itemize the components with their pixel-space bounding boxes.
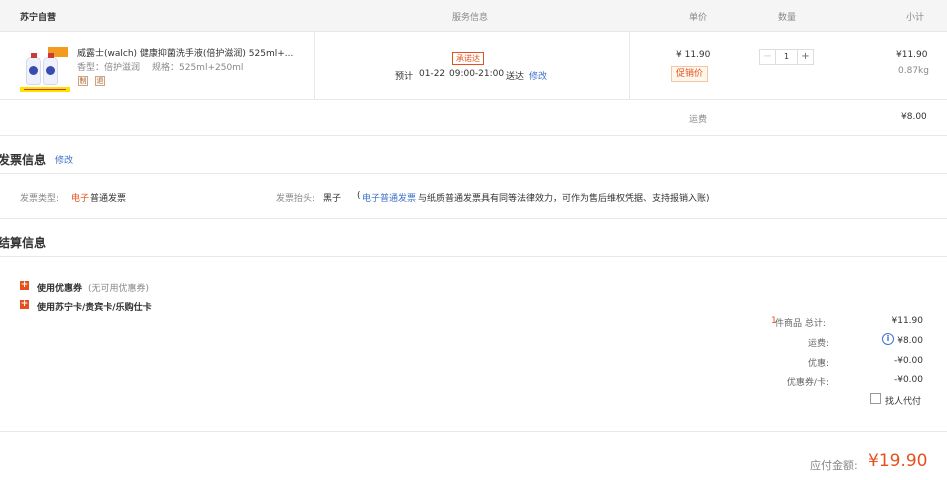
edit-invoice-link[interactable]: 修改 <box>55 153 73 166</box>
freight-value: ¥8.00 <box>897 336 923 346</box>
invoice-head-label: 发票抬头: <box>276 194 316 204</box>
settlement-title: 结算信息 <box>0 236 47 250</box>
shipping-label: 运费 <box>689 115 708 125</box>
card-toggle[interactable]: 使用苏宁卡/贵宾卡/乐购仕卡 <box>37 300 152 313</box>
table-header: 苏宁自营 服务信息 单价 数量 小计 <box>0 0 947 32</box>
service-icon: 制 <box>78 76 88 86</box>
thumbnail-banner <box>20 87 70 92</box>
increase-button[interactable]: + <box>797 50 813 64</box>
product-thumbnail[interactable] <box>20 44 70 92</box>
payable-amount: ¥19.90 <box>868 451 928 471</box>
invoice-head-value: 黑子 <box>323 194 342 204</box>
divider <box>0 218 947 219</box>
e-invoice-link[interactable]: 电子普通发票 <box>362 191 416 204</box>
invoice-title: 发票信息 <box>0 153 47 167</box>
shipping-value: ¥8.00 <box>901 112 927 122</box>
divider <box>0 431 947 432</box>
expand-coupon-icon[interactable]: + <box>20 281 29 290</box>
coupon-toggle[interactable]: 使用优惠券 <box>37 281 82 294</box>
invoice-type-label: 发票类型: <box>20 194 60 204</box>
eta-prefix: 预计 <box>395 72 414 82</box>
eta-date: 01-22 <box>419 69 446 79</box>
proxy-pay-label[interactable]: 找人代付 <box>885 394 921 407</box>
header-service: 服务信息 <box>452 13 489 23</box>
invoice-note-open: ( <box>357 191 361 201</box>
discount-value: -¥0.00 <box>893 356 923 366</box>
shipping-row: 运费 ¥8.00 <box>0 100 947 136</box>
divider <box>0 256 947 257</box>
product-size: 规格：525ml+250ml <box>152 63 244 73</box>
item-subtotal: ¥11.90 <box>896 50 928 60</box>
divider <box>0 173 947 174</box>
decrease-button[interactable]: − <box>760 50 776 64</box>
invoice-note: 与纸质普通发票具有同等法律效力，可作为售后维权凭据、支持报销入账) <box>418 194 710 204</box>
item-weight: 0.87kg <box>898 66 929 76</box>
eta-time: 09:00-21:00 <box>449 69 505 79</box>
service-badge: 承诺达 <box>452 52 484 65</box>
proxy-pay-checkbox[interactable] <box>870 393 881 404</box>
product-title[interactable]: 威露士(walch) 健康抑菌洗手液(倍护滋润) 525ml+... <box>77 46 293 59</box>
bottle-graphic <box>26 53 41 85</box>
expand-card-icon[interactable]: + <box>20 300 29 309</box>
bottle-graphic <box>43 53 58 85</box>
promo-price-badge: 促销价 <box>671 66 709 82</box>
divider <box>314 32 315 100</box>
quantity-input[interactable]: 1 <box>776 51 797 63</box>
quantity-stepper: − 1 + <box>759 49 814 65</box>
product-fragrance: 香型：倍护滋润 <box>77 63 141 73</box>
payable-label: 应付金额: <box>810 459 858 472</box>
goods-total: ¥11.90 <box>891 316 924 326</box>
unit-price: ¥ 11.90 <box>676 50 711 60</box>
product-row: 威露士(walch) 健康抑菌洗手液(倍护滋润) 525ml+... 香型：倍护… <box>0 32 947 100</box>
divider <box>629 32 630 100</box>
header-unit-price: 单价 <box>689 13 708 23</box>
voucher-value: -¥0.00 <box>893 375 923 385</box>
return-icon: 退 <box>95 76 105 86</box>
coupon-note: (无可用优惠券) <box>88 284 150 294</box>
eta-suffix: 送达 <box>506 72 525 82</box>
edit-delivery-link[interactable]: 修改 <box>529 69 547 82</box>
invoice-type-value: 普通发票 <box>90 194 127 204</box>
store-name: 苏宁自营 <box>20 13 57 23</box>
header-subtotal: 小计 <box>906 13 925 23</box>
invoice-type-highlight: 电子 <box>71 194 90 204</box>
header-quantity: 数量 <box>778 13 797 23</box>
